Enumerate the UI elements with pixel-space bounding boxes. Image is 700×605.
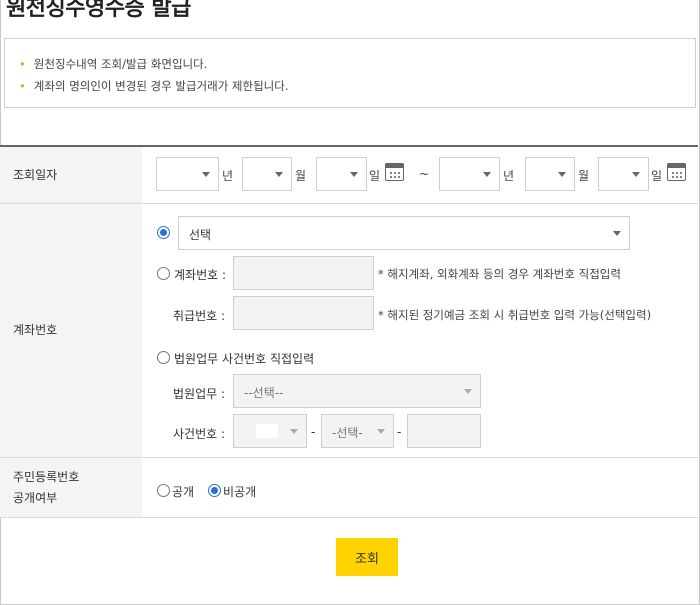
case-year-value [256,424,278,438]
date-label: 조회일자 [0,147,142,203]
case-number-label: 사건번호 : [173,427,226,441]
chevron-down-icon [613,231,621,236]
account-label: 계좌번호 [0,204,142,457]
private-radio[interactable] [208,484,221,497]
case-number-input[interactable] [407,414,481,448]
account-direct-radio[interactable] [157,267,170,280]
chevron-down-icon [464,389,472,394]
account-select[interactable]: 선택 [178,216,630,250]
end-month-select[interactable] [525,157,575,191]
case-dash: - [397,425,402,439]
chevron-down-icon [202,172,210,177]
court-business-label: 법원업무 : [173,387,226,401]
start-year-unit: 년 [222,169,234,183]
bullet-icon: • [19,79,26,93]
end-month-unit: 월 [578,169,590,183]
date-range-separator: ~ [419,167,430,181]
handling-number-note: * 해지된 정기예금 조회 시 취급번호 입력 가능(선택입력) [378,308,652,322]
notice-box: • 원천징수내역 조회/발급 화면입니다. • 계좌의 명의인이 변경된 경우 발급… [4,38,696,108]
private-label[interactable]: 비공개 [223,483,256,500]
search-form: 조회일자 년 월 일 ~ 년 월 일 계좌번호 선택 계좌번호 : * 해지계좌… [0,145,698,518]
resident-visibility-label: 주민등록번호 공개여부 [0,458,142,517]
case-type-select[interactable]: -선택- [321,414,394,448]
court-business-select[interactable]: --선택-- [233,374,481,408]
resident-visibility-row: 주민등록번호 공개여부 공개 비공개 [0,458,698,518]
search-button[interactable]: 조회 [336,538,398,576]
end-day-select[interactable] [598,157,649,191]
public-label[interactable]: 공개 [172,483,194,500]
end-year-unit: 년 [503,169,515,183]
case-year-select[interactable] [233,414,307,448]
date-row: 조회일자 년 월 일 ~ 년 월 일 [0,147,698,204]
bullet-icon: • [19,57,26,71]
start-day-select[interactable] [316,157,367,191]
chevron-down-icon [290,429,298,434]
start-day-unit: 일 [369,169,381,183]
notice-item: • 원천징수내역 조회/발급 화면입니다. [19,57,208,71]
account-number-input[interactable] [233,256,374,290]
account-row: 계좌번호 선택 계좌번호 : * 해지계좌, 외화계좌 등의 경우 계좌번호 직… [0,204,698,458]
chevron-down-icon [275,172,283,177]
chevron-down-icon [483,172,491,177]
chevron-down-icon [558,172,566,177]
account-number-note: * 해지계좌, 외화계좌 등의 경우 계좌번호 직접입력 [378,267,621,281]
end-day-unit: 일 [651,169,663,183]
chevron-down-icon [632,172,640,177]
start-month-select[interactable] [242,157,292,191]
chevron-down-icon [377,429,385,434]
court-case-option-label: 법원업무 사건번호 직접입력 [174,352,315,366]
court-case-radio[interactable] [157,351,170,364]
page-title: 원천징수영수증 발급 [6,0,191,21]
start-month-unit: 월 [295,169,307,183]
case-dash: - [311,425,316,439]
handling-number-input[interactable] [233,296,374,330]
calendar-icon[interactable] [667,163,686,181]
chevron-down-icon [350,172,358,177]
notice-item: • 계좌의 명의인이 변경된 경우 발급거래가 제한됩니다. [19,79,289,93]
account-select-radio[interactable] [157,226,170,239]
public-radio[interactable] [157,484,170,497]
start-year-select[interactable] [156,157,219,191]
end-year-select[interactable] [439,157,500,191]
account-number-label: 계좌번호 : [174,268,227,282]
calendar-icon[interactable] [385,163,404,181]
handling-number-label: 취급번호 : [173,309,226,323]
